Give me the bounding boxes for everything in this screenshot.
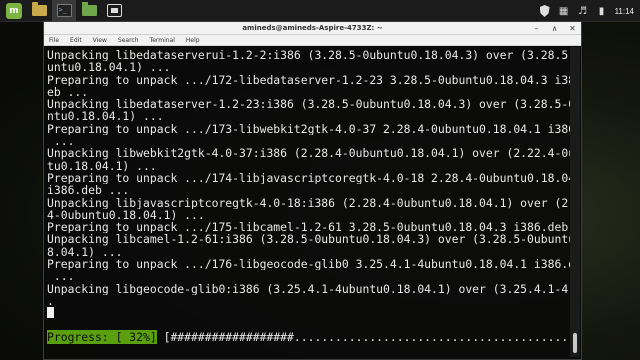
menu-file[interactable]: File bbox=[49, 37, 59, 44]
progress-label: Progress: [ 32%] bbox=[47, 330, 157, 344]
output-line: Preparing to unpack .../173-libwebkit2gt… bbox=[47, 122, 570, 136]
output-line: 4-0ubuntu0.18.04.1) ... bbox=[47, 208, 205, 222]
terminal-launcher-button[interactable]: >_ bbox=[52, 0, 76, 22]
text-cursor bbox=[47, 307, 54, 319]
menu-terminal[interactable]: Terminal bbox=[150, 37, 175, 44]
output-line: untu0.18.04.1) ... bbox=[47, 61, 171, 74]
output-line: Preparing to unpack .../174-libjavascrip… bbox=[47, 171, 570, 185]
progress-bar: [##################.....................… bbox=[156, 330, 582, 344]
scrollbar[interactable] bbox=[570, 47, 580, 357]
output-line: ... bbox=[47, 135, 75, 148]
output-line: Preparing to unpack .../175-libcamel-1.2… bbox=[47, 221, 570, 234]
menu-help[interactable]: Help bbox=[186, 37, 200, 44]
battery-icon[interactable]: ▮ bbox=[596, 5, 608, 17]
mint-menu-button[interactable]: m bbox=[2, 0, 26, 22]
cursor-line bbox=[47, 307, 570, 319]
file-manager-button[interactable] bbox=[102, 0, 126, 22]
folder-icon bbox=[31, 2, 47, 16]
menu-view[interactable]: View bbox=[93, 37, 107, 44]
maximize-icon[interactable]: ∧ bbox=[550, 24, 559, 34]
mint-logo-icon: m bbox=[6, 2, 22, 19]
network-icon[interactable]: ▦ bbox=[558, 5, 570, 17]
terminal-window: amineds@amineds-Aspire-4733Z: ~ – ∧ ✕ Fi… bbox=[43, 21, 582, 360]
output-line: tu0.18.04.1) ... bbox=[47, 159, 157, 172]
output-line: eb ... bbox=[47, 85, 89, 99]
green-folder-button[interactable] bbox=[77, 0, 101, 22]
minimize-icon[interactable]: – bbox=[532, 24, 541, 34]
terminal-icon: >_ bbox=[56, 4, 72, 17]
top-panel: m >_ ▦ ♬ ▮ 11:14 bbox=[0, 0, 640, 22]
home-folder-button[interactable] bbox=[27, 0, 51, 22]
close-icon[interactable]: ✕ bbox=[568, 24, 577, 34]
output-line: ... bbox=[47, 270, 75, 283]
output-line: Unpacking libedataserver-1.2-23:i386 (3.… bbox=[47, 98, 570, 111]
clock[interactable]: 11:14 bbox=[615, 7, 634, 16]
window-titlebar[interactable]: amineds@amineds-Aspire-4733Z: ~ – ∧ ✕ bbox=[44, 22, 581, 35]
output-line: Preparing to unpack .../172-libedataserv… bbox=[47, 73, 570, 86]
output-line: . bbox=[47, 294, 54, 308]
shield-icon[interactable] bbox=[539, 5, 551, 17]
launcher-bar: m >_ bbox=[0, 0, 127, 22]
system-tray: ▦ ♬ ▮ 11:14 bbox=[539, 0, 640, 22]
output-line: Preparing to unpack .../176-libgeocode-g… bbox=[47, 258, 570, 271]
terminal-output[interactable]: Unpacking libedataserverui-1.2-2:i386 (3… bbox=[44, 47, 570, 357]
output-line: 8.04.1) ... bbox=[47, 245, 123, 259]
scrollbar-thumb[interactable] bbox=[573, 333, 577, 353]
window-controls: – ∧ ✕ bbox=[532, 22, 577, 35]
sound-icon[interactable]: ♬ bbox=[577, 5, 589, 17]
output-line: i386.deb ... bbox=[47, 184, 130, 197]
output-line: Unpacking libcamel-1.2-61:i386 (3.28.5-0… bbox=[47, 233, 570, 246]
menu-bar: File Edit View Search Terminal Help bbox=[44, 35, 581, 46]
green-folder-icon bbox=[81, 2, 97, 16]
window-title: amineds@amineds-Aspire-4733Z: ~ bbox=[242, 24, 383, 32]
output-line: Unpacking libwebkit2gtk-4.0-37:i386 (2.2… bbox=[47, 147, 570, 160]
progress-status: Progress: [ 32%] [##################....… bbox=[47, 330, 582, 344]
output-line: ntu0.18.04.1) ... bbox=[47, 110, 164, 123]
file-manager-icon bbox=[106, 4, 122, 17]
output-line: Unpacking libedataserverui-1.2-2:i386 (3… bbox=[47, 49, 570, 62]
menu-search[interactable]: Search bbox=[118, 37, 139, 44]
menu-edit[interactable]: Edit bbox=[70, 37, 82, 44]
output-line: Unpacking libgeocode-glib0:i386 (3.25.4.… bbox=[47, 282, 570, 295]
output-line: Unpacking libjavascriptcoregtk-4.0-18:i3… bbox=[47, 196, 570, 209]
